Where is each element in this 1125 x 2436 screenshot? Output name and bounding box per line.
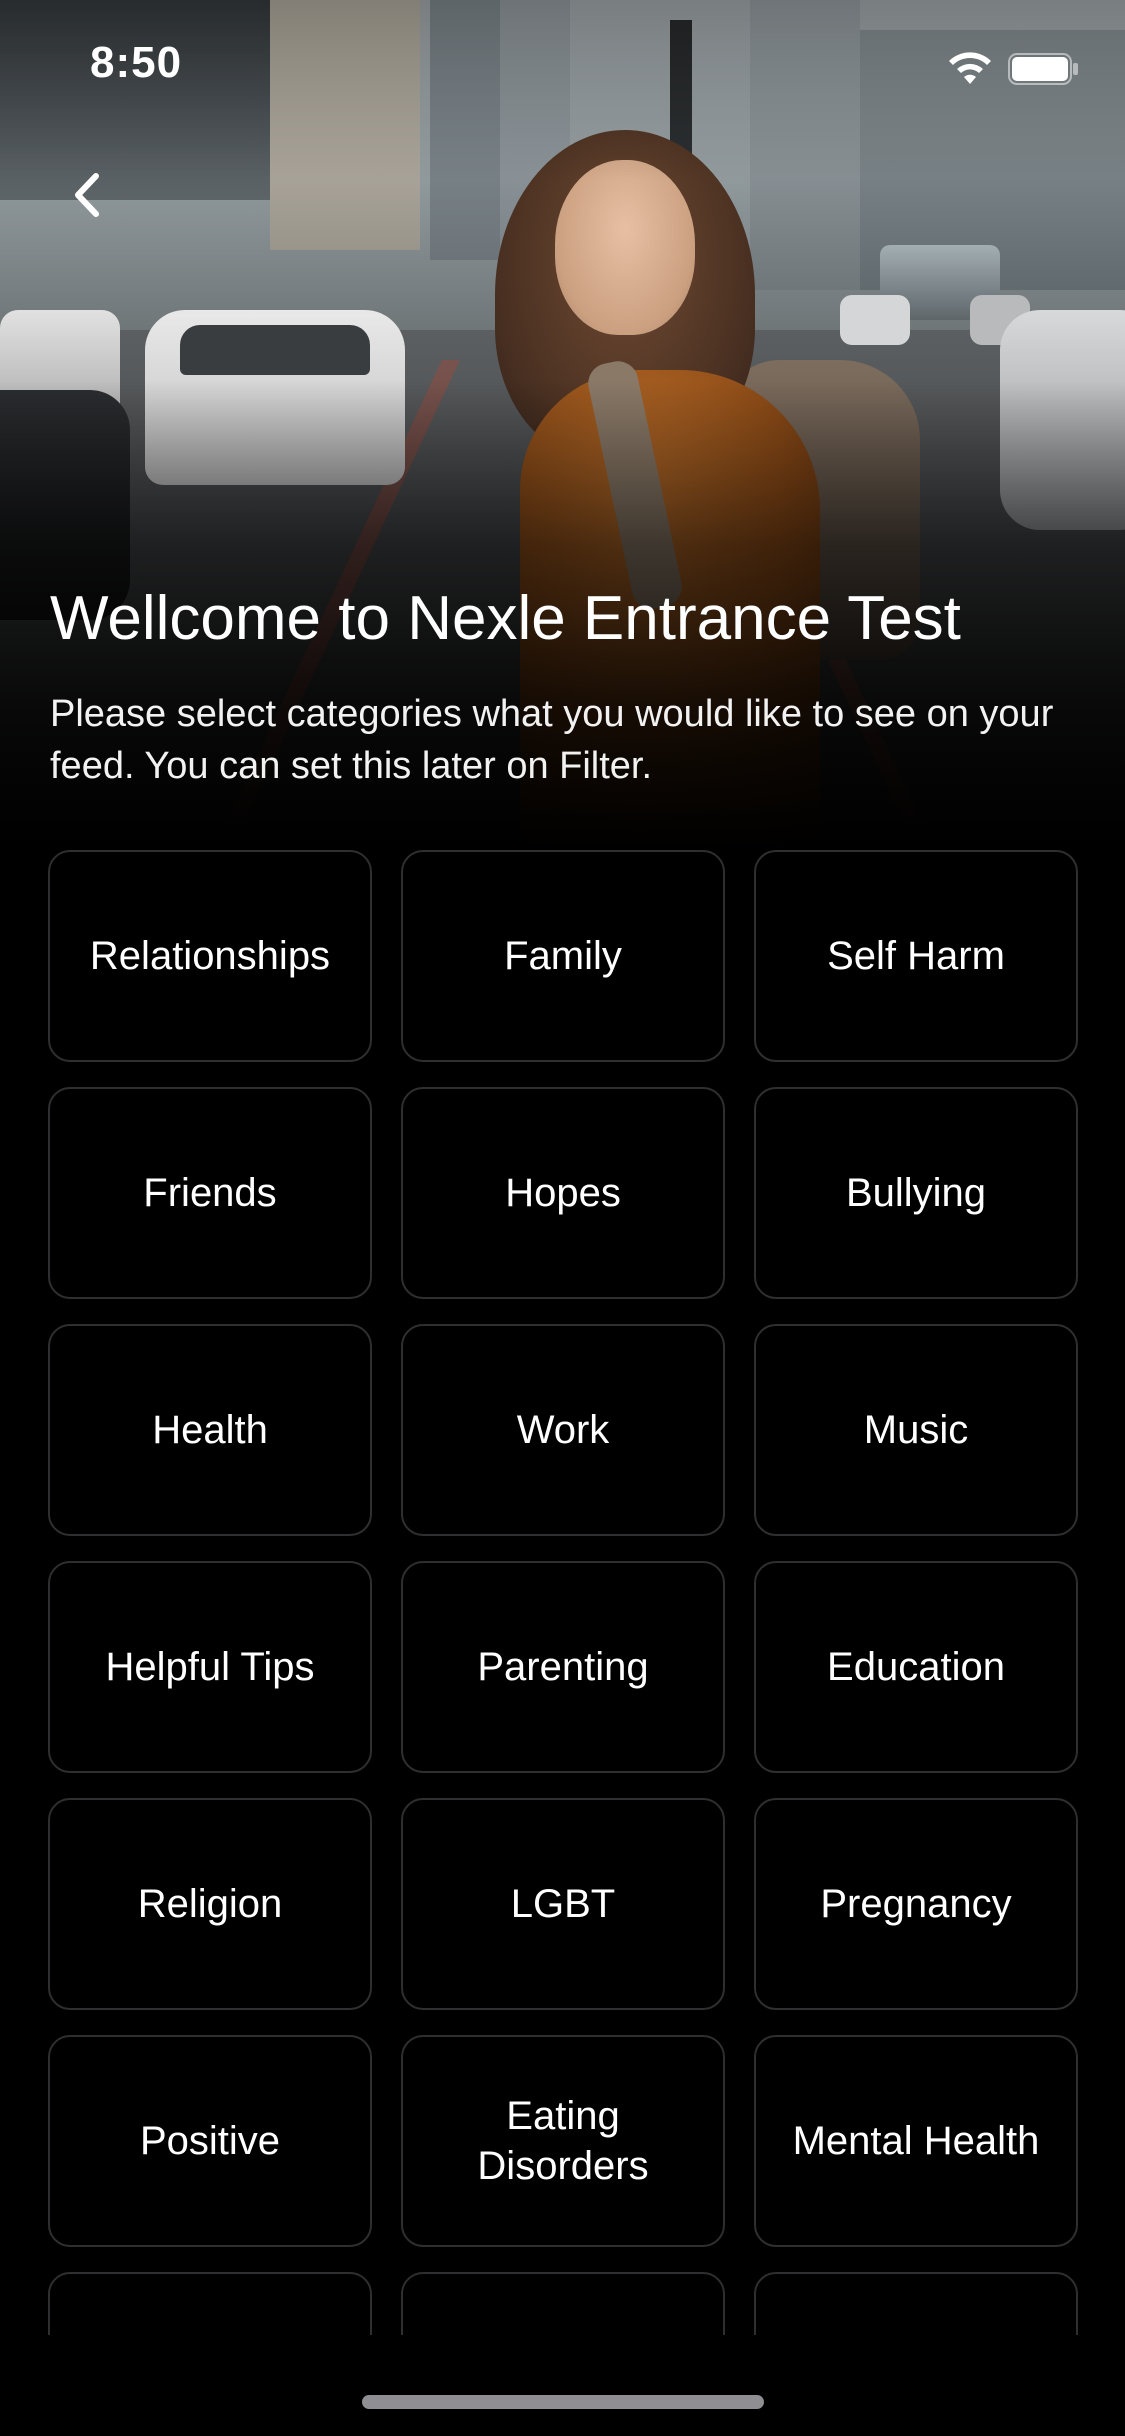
category-label: Eating Disorders (477, 2094, 649, 2188)
category-label: Parenting (477, 1645, 649, 1689)
home-indicator[interactable] (362, 2395, 764, 2409)
chevron-left-icon (75, 173, 99, 217)
category-label: Helpful Tips (105, 1645, 315, 1689)
category-label: Religion (137, 1882, 283, 1926)
battery-full-icon (1008, 53, 1078, 85)
category-partial-1[interactable] (48, 2272, 372, 2335)
category-partial-2[interactable] (401, 2272, 725, 2335)
category-eating-disorders[interactable]: Eating Disorders (401, 2035, 725, 2247)
category-family[interactable]: Family (401, 850, 725, 1062)
category-label: Family (504, 934, 622, 978)
category-relationships[interactable]: Relationships (48, 850, 372, 1062)
page-title: Wellcome to Nexle Entrance Test (50, 584, 961, 653)
category-label: Relationships (89, 934, 331, 978)
categories-scroll-area[interactable]: Relationships Family Self Harm Friends H… (0, 840, 1125, 2335)
page-subtitle: Please select categories what you would … (50, 693, 1054, 787)
category-lgbt[interactable]: LGBT (401, 1798, 725, 2010)
category-label: Work (516, 1408, 610, 1452)
category-label: Pregnancy (820, 1882, 1012, 1926)
category-helpful-tips[interactable]: Helpful Tips (48, 1561, 372, 1773)
category-health[interactable]: Health (48, 1324, 372, 1536)
category-label: LGBT (510, 1882, 616, 1926)
status-bar: 8:50 (0, 0, 1125, 132)
categories-grid: Relationships Family Self Harm Friends H… (48, 850, 1078, 2335)
category-pregnancy[interactable]: Pregnancy (754, 1798, 1078, 2010)
wifi-icon (949, 52, 991, 84)
category-label: Music (863, 1408, 969, 1452)
category-label: Health (152, 1408, 268, 1452)
category-label: Positive (139, 2119, 281, 2163)
category-friends[interactable]: Friends (48, 1087, 372, 1299)
category-parenting[interactable]: Parenting (401, 1561, 725, 1773)
category-work[interactable]: Work (401, 1324, 725, 1536)
back-button[interactable] (52, 160, 122, 230)
category-bullying[interactable]: Bullying (754, 1087, 1078, 1299)
category-label: Mental Health (792, 2119, 1040, 2163)
category-education[interactable]: Education (754, 1561, 1078, 1773)
category-label: Hopes (505, 1171, 621, 1215)
category-label: Education (827, 1645, 1005, 1689)
status-time: 8:50 (90, 38, 183, 87)
category-label: Bullying (845, 1171, 987, 1215)
category-religion[interactable]: Religion (48, 1798, 372, 2010)
category-label: Self Harm (827, 934, 1005, 978)
category-mental-health[interactable]: Mental Health (754, 2035, 1078, 2247)
category-label: Friends (143, 1171, 277, 1215)
screen: 8:50 Wellcome to Nexle Entrance Test Ple… (0, 0, 1125, 2436)
category-partial-3[interactable] (754, 2272, 1078, 2335)
category-positive[interactable]: Positive (48, 2035, 372, 2247)
category-hopes[interactable]: Hopes (401, 1087, 725, 1299)
category-self-harm[interactable]: Self Harm (754, 850, 1078, 1062)
category-music[interactable]: Music (754, 1324, 1078, 1536)
